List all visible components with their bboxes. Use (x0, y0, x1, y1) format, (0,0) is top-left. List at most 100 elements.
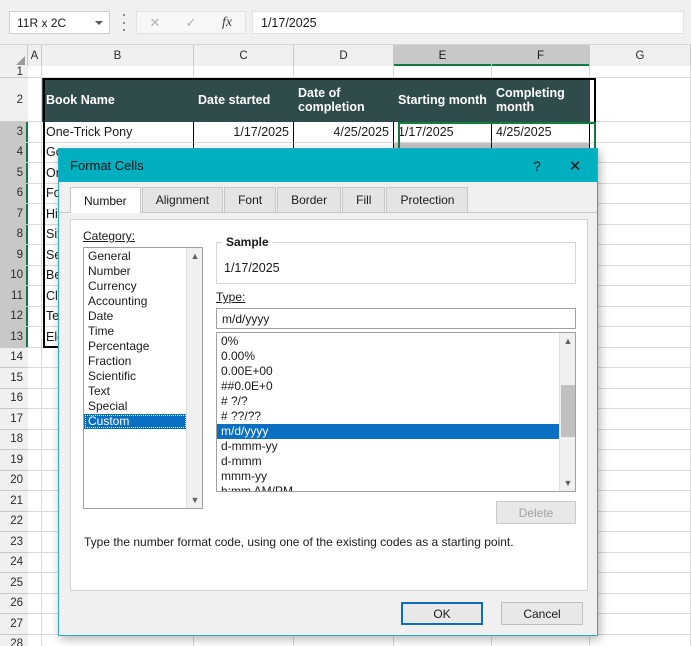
cell-A16[interactable] (28, 388, 42, 409)
cell-G1[interactable] (590, 66, 691, 78)
cell-G10[interactable] (590, 265, 691, 286)
row-header-17[interactable]: 17 (0, 409, 28, 430)
cell-G20[interactable] (590, 470, 691, 491)
row-header-4[interactable]: 4 (0, 142, 28, 163)
category-item-currency[interactable]: Currency (84, 279, 187, 294)
cell-G25[interactable] (590, 573, 691, 594)
type-item[interactable]: 0.00E+00 (217, 364, 560, 379)
cell-A3[interactable] (28, 122, 42, 143)
column-header-d[interactable]: D (294, 45, 394, 66)
category-item-number[interactable]: Number (84, 264, 187, 279)
cell-B2[interactable]: Book Name (42, 78, 194, 122)
name-box[interactable]: 11R x 2C (9, 11, 110, 34)
cancel-icon[interactable]: ✕ (137, 12, 173, 33)
cell-G26[interactable] (590, 593, 691, 614)
type-input[interactable]: m/d/yyyy (216, 308, 576, 329)
column-header-a[interactable]: A (28, 45, 42, 66)
row-header-26[interactable]: 26 (0, 593, 28, 614)
cell-G12[interactable] (590, 306, 691, 327)
category-item-date[interactable]: Date (84, 309, 187, 324)
cell-D1[interactable] (294, 66, 394, 78)
cell-G21[interactable] (590, 491, 691, 512)
row-header-1[interactable]: 1 (0, 66, 28, 78)
cell-G18[interactable] (590, 429, 691, 450)
ok-button[interactable]: OK (401, 602, 483, 625)
cell-G8[interactable] (590, 224, 691, 245)
row-header-9[interactable]: 9 (0, 245, 28, 266)
row-header-28[interactable]: 28 (0, 634, 28, 646)
type-item[interactable]: # ?/? (217, 394, 560, 409)
cell-A24[interactable] (28, 552, 42, 573)
cell-A14[interactable] (28, 347, 42, 368)
category-item-time[interactable]: Time (84, 324, 187, 339)
row-header-15[interactable]: 15 (0, 368, 28, 389)
dialog-title-bar[interactable]: Format Cells ? ✕ (59, 149, 597, 182)
cell-A26[interactable] (28, 593, 42, 614)
tab-border[interactable]: Border (277, 187, 342, 212)
type-listbox[interactable]: 0% 0.00% 0.00E+00 ##0.0E+0 # ?/? # ??/?? m/d/y… (216, 332, 576, 492)
cell-G9[interactable] (590, 245, 691, 266)
row-header-10[interactable]: 10 (0, 265, 28, 286)
category-listbox[interactable]: General Number Currency Accounting Date Time P… (83, 247, 203, 509)
tab-protection[interactable]: Protection (386, 187, 469, 212)
row-header-22[interactable]: 22 (0, 511, 28, 532)
type-item[interactable]: 0% (217, 334, 560, 349)
cell-B3[interactable]: One-Trick Pony (42, 122, 194, 143)
type-item[interactable]: d-mmm (217, 454, 560, 469)
help-icon[interactable]: ? (521, 149, 553, 182)
cell-G22[interactable] (590, 511, 691, 532)
cell-A27[interactable] (28, 614, 42, 635)
row-header-24[interactable]: 24 (0, 552, 28, 573)
cell-A9[interactable] (28, 245, 42, 266)
column-header-c[interactable]: C (194, 45, 294, 66)
cell-E28[interactable] (394, 634, 492, 646)
cell-A25[interactable] (28, 573, 42, 594)
cell-A2[interactable] (28, 78, 42, 122)
cell-C3[interactable]: 1/17/2025 (194, 122, 294, 143)
cell-E3[interactable]: 1/17/2025 (394, 122, 492, 143)
cell-G28[interactable] (590, 634, 691, 646)
cell-C28[interactable] (194, 634, 294, 646)
type-item[interactable]: mmm-yy (217, 469, 560, 484)
cell-A18[interactable] (28, 429, 42, 450)
category-item-special[interactable]: Special (84, 399, 187, 414)
cell-A12[interactable] (28, 306, 42, 327)
cell-E2[interactable]: Starting month (394, 78, 492, 122)
type-item[interactable]: h:mm AM/PM (217, 484, 560, 491)
scroll-down-icon[interactable]: ▼ (187, 492, 202, 508)
select-all-corner[interactable] (0, 45, 28, 66)
cell-D3[interactable]: 4/25/2025 (294, 122, 394, 143)
column-header-f[interactable]: F (492, 45, 590, 66)
cell-G6[interactable] (590, 183, 691, 204)
cell-G13[interactable] (590, 327, 691, 348)
cell-A7[interactable] (28, 204, 42, 225)
cell-A17[interactable] (28, 409, 42, 430)
cell-G24[interactable] (590, 552, 691, 573)
cancel-button[interactable]: Cancel (501, 602, 583, 625)
tab-alignment[interactable]: Alignment (141, 187, 224, 212)
category-scrollbar[interactable]: ▲ ▼ (186, 248, 202, 508)
type-item[interactable]: d-mmm-yy (217, 439, 560, 454)
row-header-13[interactable]: 13 (0, 327, 28, 348)
cell-A28[interactable] (28, 634, 42, 646)
cell-G5[interactable] (590, 163, 691, 184)
category-item-fraction[interactable]: Fraction (84, 354, 187, 369)
category-item-general[interactable]: General (84, 249, 187, 264)
cell-A22[interactable] (28, 511, 42, 532)
chevron-down-icon[interactable] (95, 20, 103, 25)
row-header-11[interactable]: 11 (0, 286, 28, 307)
cell-F1[interactable] (492, 66, 590, 78)
cell-F28[interactable] (492, 634, 590, 646)
confirm-icon[interactable]: ✓ (173, 12, 209, 33)
category-item-scientific[interactable]: Scientific (84, 369, 187, 384)
row-header-27[interactable]: 27 (0, 614, 28, 635)
scroll-down-icon[interactable]: ▼ (560, 475, 575, 491)
cell-C2[interactable]: Date started (194, 78, 294, 122)
scroll-up-icon[interactable]: ▲ (187, 248, 202, 264)
cell-A5[interactable] (28, 163, 42, 184)
cell-A20[interactable] (28, 470, 42, 491)
cell-B1[interactable] (42, 66, 194, 78)
cell-G3[interactable] (590, 122, 691, 143)
cell-A8[interactable] (28, 224, 42, 245)
cell-F2[interactable]: Completing month (492, 78, 590, 122)
